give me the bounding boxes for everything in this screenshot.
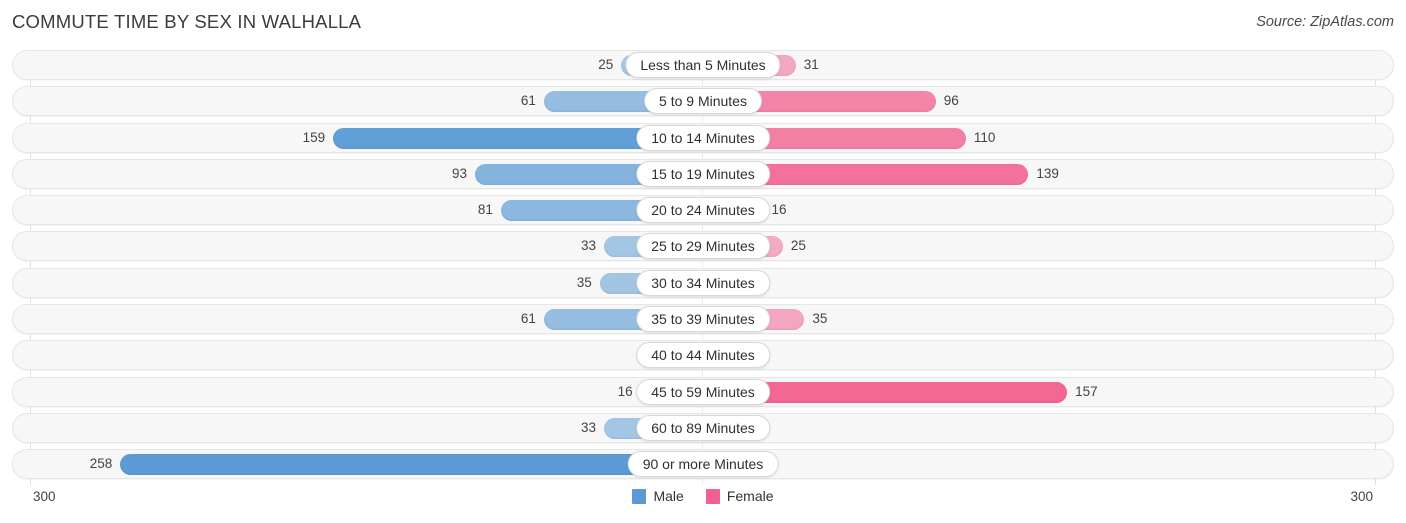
value-label-male: 61 xyxy=(520,93,536,109)
value-label-male: 33 xyxy=(581,419,597,435)
value-label-female: 25 xyxy=(790,238,806,254)
bar-row: 61 35 35 to 39 Minutes xyxy=(0,304,1406,335)
bar-row: 35030 to 34 Minutes xyxy=(0,267,1406,298)
category-label-pill: 30 to 34 Minutes xyxy=(636,269,770,296)
category-label-pill: Less than 5 Minutes xyxy=(625,52,781,78)
category-label-pill: 90 or more Minutes xyxy=(627,451,779,478)
category-label-pill: 40 to 44 Minutes xyxy=(636,342,770,369)
value-label-female: 110 xyxy=(973,129,996,145)
bar-row: 16 157 45 to 59 Minutes xyxy=(0,376,1406,407)
bar-row: 93 139 15 to 19 Minutes xyxy=(0,158,1406,189)
bar-row: 81 16 20 to 24 Minutes xyxy=(0,195,1406,226)
chart-footer: 300 300 Male Female xyxy=(0,484,1406,523)
value-label-male: 93 xyxy=(452,165,468,181)
legend-label-male: Male xyxy=(653,488,684,504)
page-title: COMMUTE TIME BY SEX IN WALHALLA xyxy=(12,11,362,32)
legend-item-male[interactable]: Male xyxy=(632,488,684,504)
chart-legend: Male Female xyxy=(0,488,1406,504)
value-label-male: 16 xyxy=(617,383,633,399)
value-label-male: 61 xyxy=(520,311,536,327)
value-label-male: 258 xyxy=(89,456,113,472)
category-label-pill: 10 to 14 Minutes xyxy=(636,124,770,151)
bar-row: 25 31 Less than 5 Minutes xyxy=(0,50,1406,80)
category-label-pill: 5 to 9 Minutes xyxy=(644,88,762,115)
value-label-female: 139 xyxy=(1036,165,1059,181)
bar-row: 0040 to 44 Minutes xyxy=(0,340,1406,371)
bar-row: 33060 to 89 Minutes xyxy=(0,412,1406,443)
category-label-pill: 35 to 39 Minutes xyxy=(636,306,770,333)
value-label-female: 16 xyxy=(771,202,787,218)
chart-header: COMMUTE TIME BY SEX IN WALHALLA Source: … xyxy=(0,0,1406,46)
legend-swatch-female-icon xyxy=(705,488,720,504)
value-label-male: 81 xyxy=(477,202,493,218)
legend-label-female: Female xyxy=(726,488,774,504)
bar-male[interactable] xyxy=(120,454,702,476)
value-label-male: 159 xyxy=(302,129,326,145)
category-label-pill: 25 to 29 Minutes xyxy=(636,233,770,260)
value-label-female: 157 xyxy=(1075,383,1098,399)
value-label-female: 96 xyxy=(943,93,959,109)
value-label-female: 35 xyxy=(812,311,828,327)
value-label-male: 25 xyxy=(598,57,614,72)
bar-row: 61 96 5 to 9 Minutes xyxy=(0,86,1406,117)
value-label-female: 31 xyxy=(803,57,819,72)
bar-row: 33 25 25 to 29 Minutes xyxy=(0,231,1406,262)
value-label-male: 35 xyxy=(576,274,592,290)
bar-row-list: 25 31 Less than 5 Minutes 61 96 5 to 9 Minute… xyxy=(0,50,1406,486)
category-label-pill: 20 to 24 Minutes xyxy=(636,197,770,224)
chart-plot-area: 25 31 Less than 5 Minutes 61 96 5 to 9 Minute… xyxy=(0,50,1406,485)
category-label-pill: 45 to 59 Minutes xyxy=(636,378,770,405)
legend-swatch-male-icon xyxy=(632,488,647,504)
legend-item-female[interactable]: Female xyxy=(705,488,774,504)
value-label-male: 33 xyxy=(581,238,597,254)
category-label-pill: 15 to 19 Minutes xyxy=(636,160,770,187)
bar-row: 159 110 10 to 14 Minutes xyxy=(0,122,1406,153)
bar-row: 258090 or more Minutes xyxy=(0,449,1406,480)
category-label-pill: 60 to 89 Minutes xyxy=(636,414,770,441)
source-attribution: Source: ZipAtlas.com xyxy=(1256,14,1394,30)
